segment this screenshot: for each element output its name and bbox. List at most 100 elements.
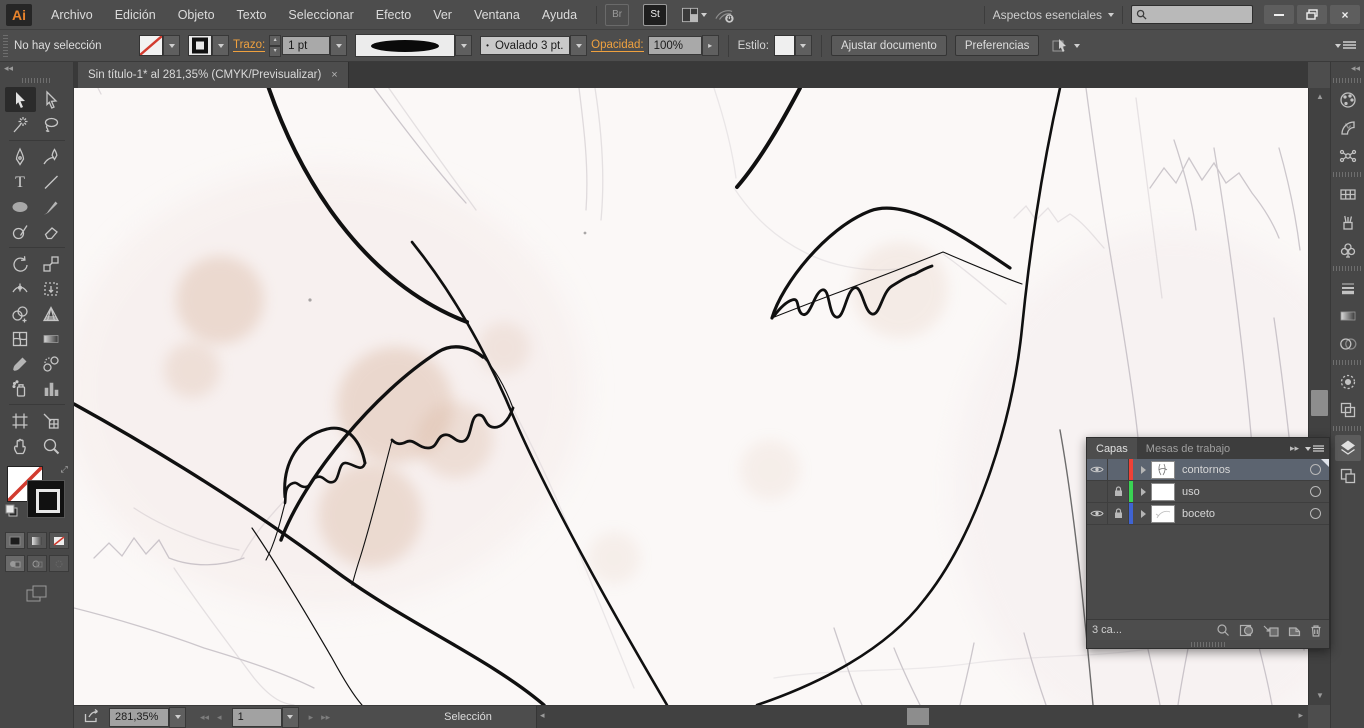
menu-archivo[interactable]: Archivo xyxy=(40,0,104,30)
color-panel-icon[interactable] xyxy=(1335,87,1361,113)
dock-grip[interactable] xyxy=(1332,266,1363,271)
target-circle[interactable] xyxy=(1310,508,1321,519)
layer-row-contornos[interactable]: contornos xyxy=(1087,459,1329,481)
curvature-tool[interactable] xyxy=(36,144,67,169)
prev-artboard-icon[interactable]: ◂ xyxy=(213,712,226,723)
symbol-sprayer-tool[interactable] xyxy=(5,376,36,401)
tools-grip[interactable] xyxy=(21,78,52,83)
expand-layer-icon[interactable] xyxy=(1141,487,1146,496)
vertical-scroll-thumb[interactable] xyxy=(1311,390,1328,416)
expand-layer-icon[interactable] xyxy=(1141,465,1146,474)
share-icon[interactable] xyxy=(711,2,737,28)
locate-object-icon[interactable] xyxy=(1216,623,1230,637)
layer-row-boceto[interactable]: boceto xyxy=(1087,503,1329,525)
brush-preview[interactable] xyxy=(355,34,456,57)
eraser-tool[interactable] xyxy=(36,219,67,244)
visibility-toggle[interactable] xyxy=(1087,459,1108,480)
layers-panel-icon[interactable] xyxy=(1334,435,1361,461)
export-icon[interactable] xyxy=(84,708,101,726)
artboards-panel-icon[interactable] xyxy=(1335,463,1361,489)
stroke-color-swatch[interactable] xyxy=(26,480,65,518)
artboard-tool[interactable] xyxy=(5,408,36,433)
first-artboard-icon[interactable]: ◂◂ xyxy=(196,712,213,723)
expand-panels-icon[interactable]: ◂◂ xyxy=(1331,62,1364,75)
horizontal-scrollbar[interactable]: ◂ ▸ xyxy=(536,706,1308,728)
collapse-tools-icon[interactable]: ◂◂ xyxy=(0,62,73,75)
menu-edicion[interactable]: Edición xyxy=(104,0,167,30)
visibility-toggle[interactable] xyxy=(1087,503,1108,524)
lasso-tool[interactable] xyxy=(36,112,67,137)
tab-close-icon[interactable]: × xyxy=(331,69,337,81)
slice-tool[interactable] xyxy=(36,408,67,433)
next-artboard-icon[interactable]: ▸ xyxy=(305,712,318,723)
fit-document-button[interactable]: Ajustar documento xyxy=(830,35,947,56)
draw-behind-mode[interactable] xyxy=(26,555,47,572)
clipping-mask-icon[interactable] xyxy=(1239,624,1254,637)
brush-definition-field[interactable]: • Ovalado 3 pt. xyxy=(480,36,571,55)
panel-menu-icon[interactable] xyxy=(1305,444,1324,453)
direct-selection-tool[interactable] xyxy=(36,87,67,112)
paintbrush-tool[interactable] xyxy=(36,194,67,219)
color-themes-panel-icon[interactable] xyxy=(1335,143,1361,169)
selection-tool[interactable] xyxy=(4,87,36,112)
stroke-dropdown[interactable] xyxy=(212,35,229,56)
bridge-button[interactable]: Br xyxy=(605,3,630,26)
rotate-tool[interactable] xyxy=(5,251,36,276)
zoom-level-field[interactable]: 281,35% xyxy=(109,707,169,727)
target-circle[interactable] xyxy=(1310,486,1321,497)
stroke-weight-label[interactable]: Trazo: xyxy=(233,39,266,52)
zoom-level-dropdown[interactable] xyxy=(169,706,186,728)
color-button[interactable] xyxy=(4,532,25,549)
opacity-dropdown[interactable]: ▸ xyxy=(701,35,719,56)
expand-layer-icon[interactable] xyxy=(1141,509,1146,518)
stroke-weight-dropdown[interactable] xyxy=(330,35,348,56)
menu-ver[interactable]: Ver xyxy=(422,0,463,30)
layer-name[interactable]: contornos xyxy=(1182,464,1230,476)
ellipse-tool[interactable] xyxy=(5,194,36,219)
stroke-weight-stepper[interactable]: ▴ ▾ xyxy=(269,34,282,57)
target-circle[interactable] xyxy=(1310,464,1321,475)
lock-toggle[interactable] xyxy=(1108,459,1129,480)
dock-grip[interactable] xyxy=(1332,172,1363,177)
menu-objeto[interactable]: Objeto xyxy=(167,0,226,30)
gradient-tool[interactable] xyxy=(36,326,67,351)
delete-layer-icon[interactable] xyxy=(1310,624,1322,637)
lock-toggle[interactable] xyxy=(1108,481,1129,502)
hand-tool[interactable] xyxy=(5,433,36,458)
column-graph-tool[interactable] xyxy=(36,376,67,401)
tab-capas[interactable]: Capas xyxy=(1087,438,1137,459)
preferences-button[interactable]: Preferencias xyxy=(954,35,1040,56)
search-box[interactable] xyxy=(1131,5,1253,24)
draw-inside-mode[interactable] xyxy=(48,555,69,572)
opacity-field[interactable]: 100% xyxy=(647,36,702,55)
window-minimize-button[interactable] xyxy=(1264,5,1294,24)
new-layer-icon[interactable] xyxy=(1288,624,1301,637)
scroll-up-icon[interactable]: ▲ xyxy=(1309,90,1331,104)
perspective-grid-tool[interactable] xyxy=(36,301,67,326)
panel-resize-grip[interactable] xyxy=(1191,642,1225,647)
isolate-selection-icon[interactable] xyxy=(1051,38,1081,54)
scroll-down-icon[interactable]: ▼ xyxy=(1309,689,1331,703)
blend-tool[interactable] xyxy=(36,351,67,376)
artboard-number-field[interactable]: 1 xyxy=(231,707,282,727)
swatches-panel-icon[interactable] xyxy=(1335,181,1361,207)
zoom-tool[interactable] xyxy=(36,433,67,458)
style-swatch[interactable] xyxy=(773,35,795,56)
stock-button[interactable]: St xyxy=(643,3,668,26)
draw-normal-mode[interactable] xyxy=(4,555,25,572)
document-tab[interactable]: Sin título-1* al 281,35% (CMYK/Previsual… xyxy=(78,62,349,88)
fill-dropdown[interactable] xyxy=(163,35,180,56)
style-dropdown[interactable] xyxy=(794,35,812,56)
menu-efecto[interactable]: Efecto xyxy=(365,0,422,30)
appearance-panel-icon[interactable] xyxy=(1335,369,1361,395)
scroll-left-icon[interactable]: ◂ xyxy=(540,710,545,721)
symbols-panel-icon[interactable] xyxy=(1335,237,1361,263)
new-sublayer-icon[interactable] xyxy=(1263,624,1279,637)
color-guide-panel-icon[interactable] xyxy=(1335,115,1361,141)
gradient-panel-icon[interactable] xyxy=(1335,303,1361,329)
scale-tool[interactable] xyxy=(36,251,67,276)
layer-name[interactable]: boceto xyxy=(1182,508,1215,520)
menu-texto[interactable]: Texto xyxy=(226,0,278,30)
dock-grip[interactable] xyxy=(1332,360,1363,365)
mesh-tool[interactable] xyxy=(5,326,36,351)
